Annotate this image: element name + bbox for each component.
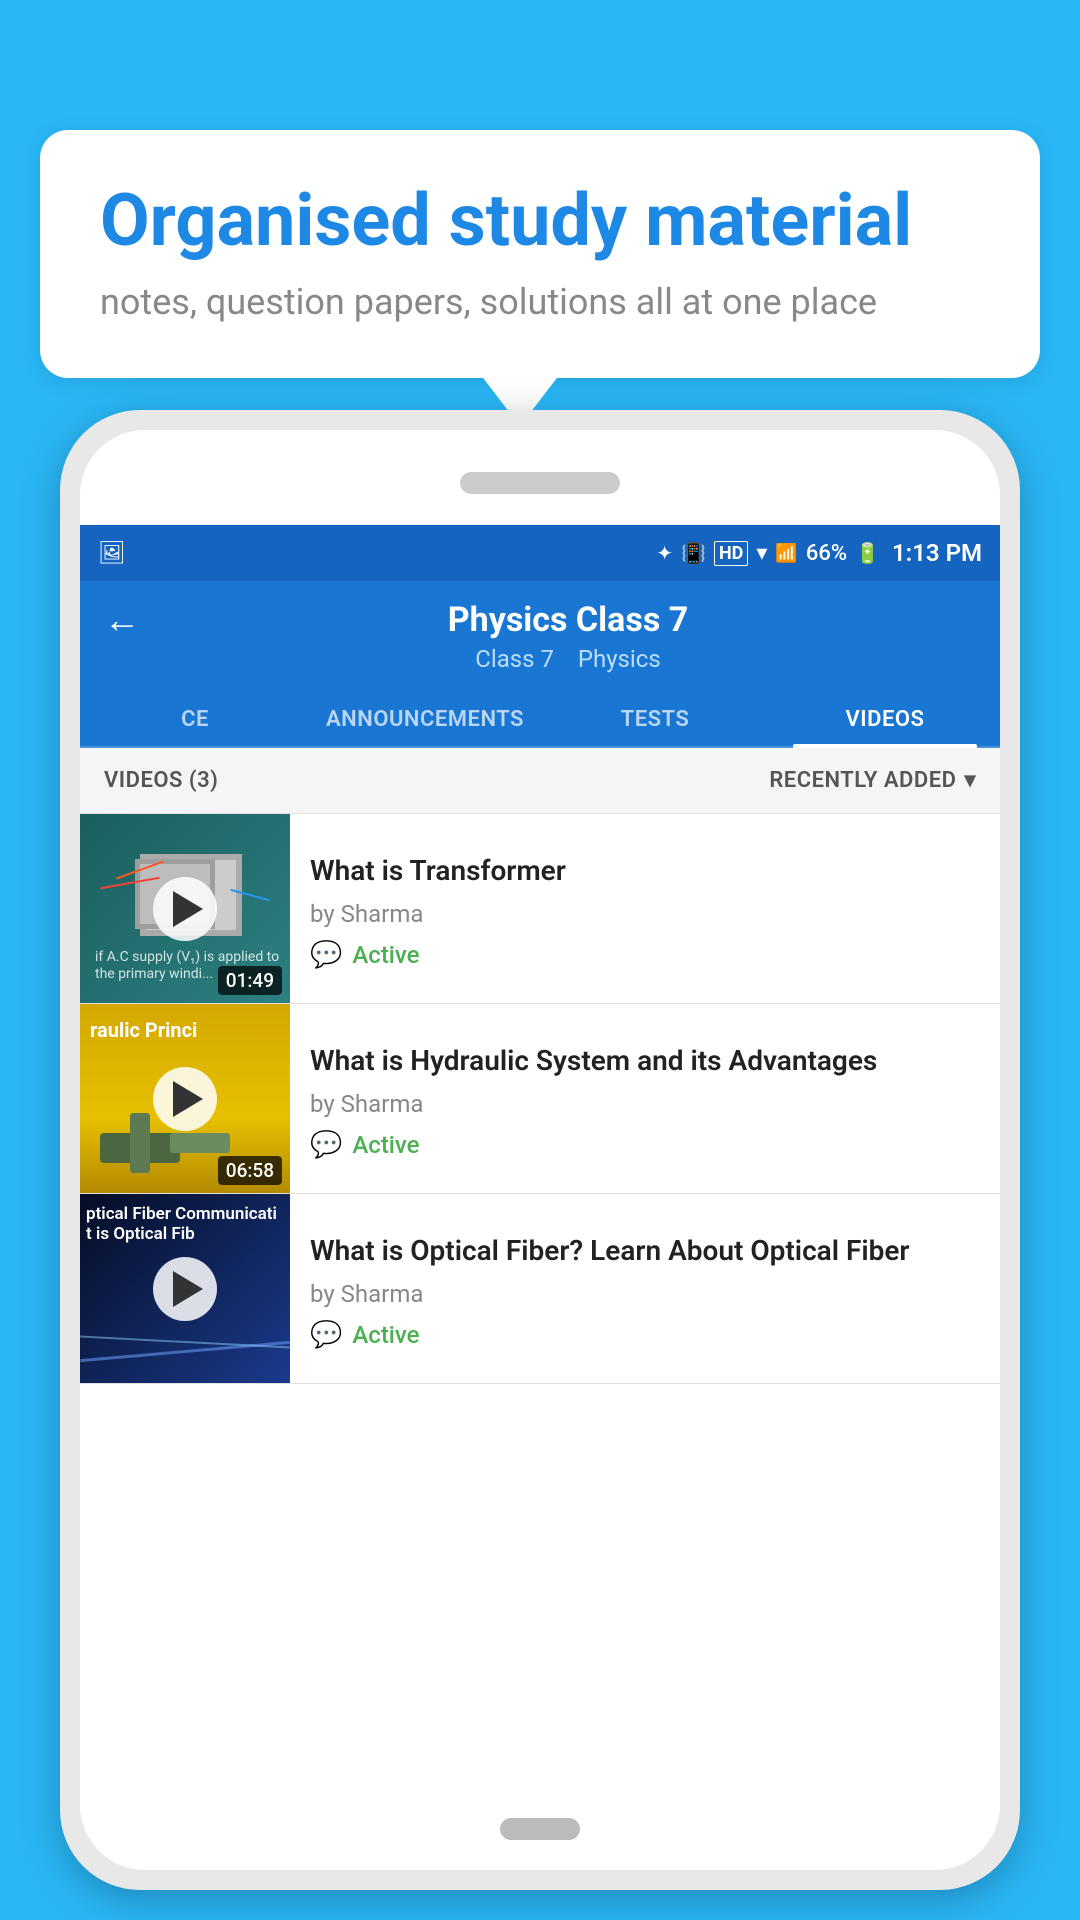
- subtitle-class: Class 7: [475, 645, 554, 673]
- chat-icon-1: 💬: [310, 940, 342, 970]
- image-icon: 🖼: [98, 541, 126, 566]
- video-list: if A.C supply (V₁) is applied to the pri…: [80, 814, 1000, 1384]
- sort-filter[interactable]: RECENTLY ADDED ▾: [769, 768, 976, 793]
- optical-thumb-text: ptical Fiber Communicatit is Optical Fib: [86, 1204, 284, 1245]
- sort-label: RECENTLY ADDED: [769, 768, 956, 793]
- duration-1: 01:49: [218, 966, 282, 995]
- video-author-2: by Sharma: [310, 1090, 980, 1118]
- status-left: 🖼: [98, 541, 132, 566]
- duration-2: 06:58: [218, 1156, 282, 1185]
- video-info-2: What is Hydraulic System and its Advanta…: [290, 1004, 1000, 1193]
- status-bar: 🖼 ✦ 📳 HD ▾ 📶 66% 🔋 1:13 PM: [80, 525, 1000, 581]
- video-info-1: What is Transformer by Sharma 💬 Active: [290, 814, 1000, 1003]
- app-bar: ← Physics Class 7 Class 7 Physics: [80, 581, 1000, 689]
- video-info-3: What is Optical Fiber? Learn About Optic…: [290, 1194, 1000, 1383]
- tab-announcements[interactable]: ANNOUNCEMENTS: [310, 689, 540, 746]
- video-thumb-3: ptical Fiber Communicatit is Optical Fib: [80, 1194, 290, 1383]
- phone-inner: 🖼 ✦ 📳 HD ▾ 📶 66% 🔋 1:13 PM ← Physics C: [80, 430, 1000, 1870]
- play-button-1[interactable]: [153, 877, 217, 941]
- tab-videos[interactable]: VIDEOS: [770, 689, 1000, 746]
- app-bar-title: Physics Class 7: [160, 600, 976, 640]
- active-badge-3: Active: [352, 1321, 419, 1349]
- chevron-down-icon: ▾: [964, 768, 976, 793]
- bubble-subtitle: notes, question papers, solutions all at…: [100, 281, 980, 323]
- chat-icon-2: 💬: [310, 1130, 342, 1160]
- time-display: 1:13 PM: [892, 539, 982, 567]
- tab-tests[interactable]: TESTS: [540, 689, 770, 746]
- video-status-1: 💬 Active: [310, 940, 980, 970]
- speech-bubble: Organised study material notes, question…: [40, 130, 1040, 378]
- play-button-2[interactable]: [153, 1067, 217, 1131]
- screen: 🖼 ✦ 📳 HD ▾ 📶 66% 🔋 1:13 PM ← Physics C: [80, 525, 1000, 1810]
- video-status-2: 💬 Active: [310, 1130, 980, 1160]
- status-right: ✦ 📳 HD ▾ 📶 66% 🔋 1:13 PM: [656, 539, 982, 567]
- play-button-3[interactable]: [153, 1257, 217, 1321]
- active-badge-2: Active: [352, 1131, 419, 1159]
- video-status-3: 💬 Active: [310, 1320, 980, 1350]
- video-author-1: by Sharma: [310, 900, 980, 928]
- hydraulic-thumb-text: raulic Princi: [90, 1018, 280, 1042]
- phone-frame: 🖼 ✦ 📳 HD ▾ 📶 66% 🔋 1:13 PM ← Physics C: [60, 410, 1020, 1890]
- video-author-3: by Sharma: [310, 1280, 980, 1308]
- signal-icon: 📶: [775, 543, 797, 564]
- app-bar-subtitle: Class 7 Physics: [160, 645, 976, 673]
- video-item-1[interactable]: if A.C supply (V₁) is applied to the pri…: [80, 814, 1000, 1004]
- videos-count: VIDEOS (3): [104, 768, 218, 793]
- phone-home-button: [500, 1818, 580, 1840]
- tab-ce[interactable]: CE: [80, 689, 310, 746]
- video-title-1: What is Transformer: [310, 853, 980, 889]
- wifi-icon: ▾: [756, 541, 767, 566]
- subtitle-subject: Physics: [578, 645, 661, 673]
- battery-percent: 66%: [806, 541, 847, 566]
- active-badge-1: Active: [352, 941, 419, 969]
- phone-speaker: [460, 472, 620, 494]
- video-thumb-2: raulic Princi 06:58: [80, 1004, 290, 1193]
- videos-header: VIDEOS (3) RECENTLY ADDED ▾: [80, 748, 1000, 814]
- hd-badge: HD: [714, 541, 748, 566]
- bluetooth-icon: ✦: [656, 541, 673, 565]
- video-item-2[interactable]: raulic Princi 06:58 What is Hydraulic Sy: [80, 1004, 1000, 1194]
- bubble-title: Organised study material: [100, 180, 980, 263]
- video-thumb-1: if A.C supply (V₁) is applied to the pri…: [80, 814, 290, 1003]
- video-title-3: What is Optical Fiber? Learn About Optic…: [310, 1233, 980, 1269]
- app-bar-top: ← Physics Class 7: [104, 599, 976, 641]
- vibrate-icon: 📳: [681, 541, 706, 565]
- tab-bar: CE ANNOUNCEMENTS TESTS VIDEOS: [80, 689, 1000, 748]
- video-item-3[interactable]: ptical Fiber Communicatit is Optical Fib…: [80, 1194, 1000, 1384]
- battery-icon: 🔋: [855, 541, 880, 565]
- back-button[interactable]: ←: [104, 599, 140, 641]
- chat-icon-3: 💬: [310, 1320, 342, 1350]
- video-title-2: What is Hydraulic System and its Advanta…: [310, 1043, 980, 1079]
